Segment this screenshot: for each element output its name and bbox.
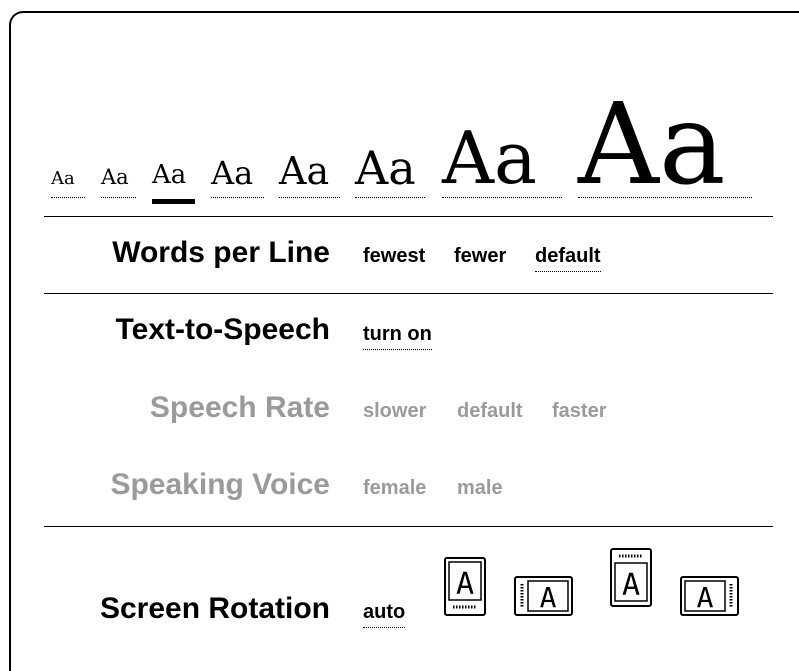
text-to-speech-turn-on[interactable]: turn on [363, 324, 432, 350]
speech-rate-default: default [457, 400, 523, 422]
words-per-line-fewer[interactable]: fewer [454, 246, 506, 266]
font-size-option-4[interactable]: Aa [211, 157, 253, 189]
portrait-icon[interactable]: A [444, 557, 486, 616]
divider [44, 293, 773, 294]
rotation-letter: A [622, 568, 640, 603]
font-size-underline-5 [279, 197, 340, 198]
landscape-right-icon[interactable]: A [514, 576, 573, 616]
screen-rotation-auto[interactable]: auto [363, 602, 406, 628]
words-per-line-default[interactable]: default [535, 246, 601, 272]
font-size-option-3[interactable]: Aa [152, 162, 186, 188]
font-size-underline-2 [101, 197, 136, 198]
font-size-option-5[interactable]: Aa [279, 152, 329, 190]
divider [44, 216, 773, 217]
words-per-line-label: Words per Line [112, 236, 330, 269]
font-size-selected-indicator [152, 199, 195, 204]
rotation-letter: A [697, 581, 714, 614]
screen-rotation-label: Screen Rotation [99, 592, 330, 625]
speech-rate-faster: faster [552, 400, 607, 422]
font-size-underline-6 [355, 197, 425, 198]
speaking-voice-female: female [363, 477, 427, 499]
font-size-underline-4 [211, 197, 264, 198]
text-to-speech-label: Text-to-Speech [115, 313, 330, 346]
font-size-option-6[interactable]: Aa [355, 145, 416, 191]
speech-rate-label: Speech Rate [149, 391, 330, 424]
rotation-letter: A [456, 567, 474, 602]
font-size-option-1[interactable]: Aa [51, 170, 75, 188]
font-size-option-8[interactable]: Aa [578, 89, 726, 201]
speech-rate-slower: slower [363, 400, 427, 422]
rotation-letter: A [540, 581, 557, 614]
words-per-line-fewest[interactable]: fewest [363, 246, 425, 266]
portrait-inverted-icon[interactable]: A [610, 548, 652, 607]
font-size-option-7[interactable]: Aa [442, 122, 537, 194]
landscape-left-icon[interactable]: A [680, 576, 739, 616]
speaking-voice-label: Speaking Voice [110, 468, 330, 501]
speaking-voice-male: male [457, 477, 503, 499]
font-size-underline-1 [51, 197, 85, 198]
font-size-underline-7 [442, 197, 562, 198]
divider [44, 526, 773, 527]
font-size-underline-8 [578, 197, 752, 198]
font-size-option-2[interactable]: Aa [101, 167, 129, 188]
